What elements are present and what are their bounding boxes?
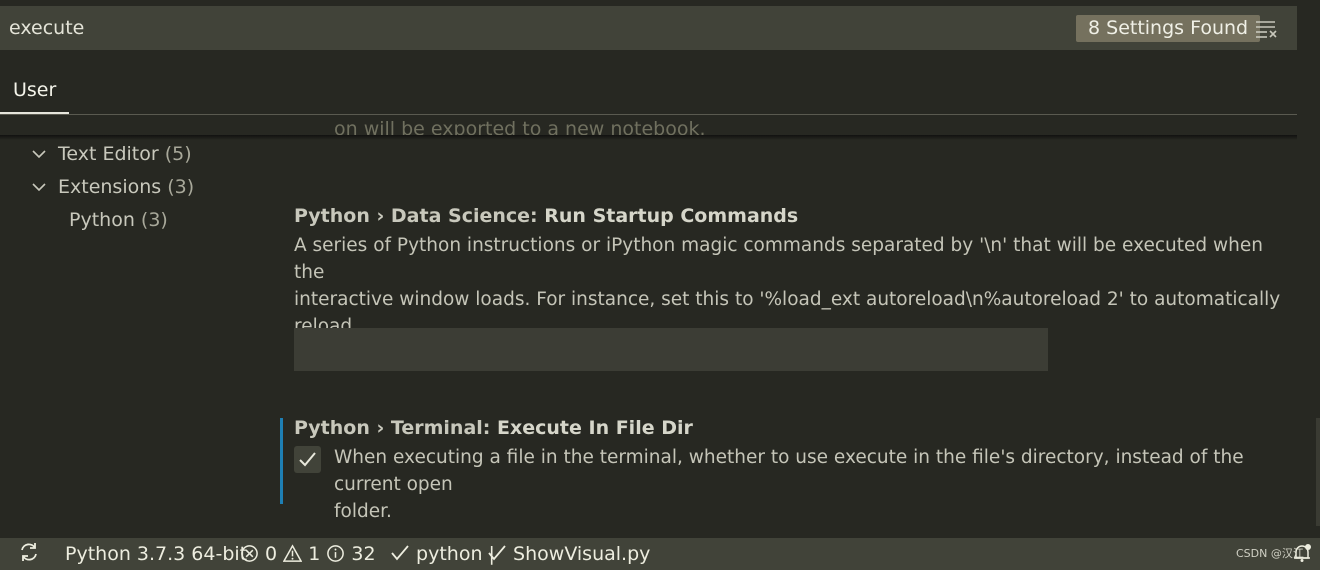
info-count: 32 xyxy=(351,543,376,565)
settings-scope-tabs: User xyxy=(0,68,1297,115)
linter-status[interactable]: python | xyxy=(390,538,495,570)
setting-title: Python › Terminal: Execute In File Dir xyxy=(294,417,1294,439)
toc-count: (3) xyxy=(140,209,168,231)
toc-label: Python xyxy=(69,209,135,231)
previous-setting-fragment: on will be exported to a new notebook. xyxy=(334,118,706,136)
toc-label: Extensions xyxy=(58,176,162,198)
toc-label: Text Editor xyxy=(58,143,159,165)
description-line: A series of Python instructions or iPyth… xyxy=(294,235,1263,283)
toc-item-extensions[interactable]: Extensions (3) xyxy=(32,176,194,198)
tab-user[interactable]: User xyxy=(0,68,70,114)
setting-name: Execute In File Dir xyxy=(497,417,693,439)
description-line: folder. xyxy=(334,501,392,522)
check-icon xyxy=(488,545,506,561)
setting-execute-in-file-dir: Python › Terminal: Execute In File Dir W… xyxy=(294,417,1294,525)
chevron-down-icon xyxy=(32,183,46,192)
scroll-shadow xyxy=(0,135,1297,140)
check-icon xyxy=(391,545,409,561)
sync-icon[interactable] xyxy=(18,538,40,570)
warning-count: 1 xyxy=(308,543,321,565)
toc-count: (3) xyxy=(167,176,195,198)
description-line: When executing a file in the terminal, w… xyxy=(334,447,1244,495)
active-file-name: ShowVisual.py xyxy=(513,543,651,565)
warning-icon xyxy=(282,544,303,562)
check-icon xyxy=(299,452,316,467)
toc-count: (5) xyxy=(164,143,192,165)
setting-description: When executing a file in the terminal, w… xyxy=(294,444,1294,525)
active-file-status[interactable]: ShowVisual.py xyxy=(487,538,650,570)
linter-label: python | xyxy=(416,543,495,565)
toc-item-python[interactable]: Python (3) xyxy=(69,209,168,231)
setting-category: Python › Data Science: xyxy=(294,205,545,227)
setting-name: Run Startup Commands xyxy=(544,205,799,227)
notifications-bell-icon[interactable] xyxy=(1293,538,1311,570)
scrollbar-thumb[interactable] xyxy=(1316,418,1320,526)
python-interpreter[interactable]: Python 3.7.3 64-bit xyxy=(65,538,247,570)
settings-search-bar: 8 Settings Found xyxy=(0,6,1297,50)
info-icon xyxy=(327,545,345,562)
toc-item-text-editor[interactable]: Text Editor (5) xyxy=(32,143,192,165)
settings-search-input[interactable] xyxy=(9,6,909,50)
status-bar: Python 3.7.3 64-bit 0 1 32 python | Show… xyxy=(0,538,1320,570)
settings-found-badge: 8 Settings Found xyxy=(1076,15,1261,42)
error-count: 0 xyxy=(265,543,278,565)
setting-category: Python › Terminal: xyxy=(294,417,497,439)
problems-indicator[interactable]: 0 1 32 xyxy=(240,538,376,570)
chevron-down-icon xyxy=(32,150,46,159)
focused-setting-indicator xyxy=(280,418,283,504)
setting-title: Python › Data Science: Run Startup Comma… xyxy=(294,205,1294,227)
execute-in-file-dir-checkbox[interactable] xyxy=(294,446,321,473)
error-icon xyxy=(241,545,258,562)
clear-filter-icon[interactable] xyxy=(1255,19,1279,39)
run-startup-commands-input[interactable] xyxy=(294,328,1048,371)
